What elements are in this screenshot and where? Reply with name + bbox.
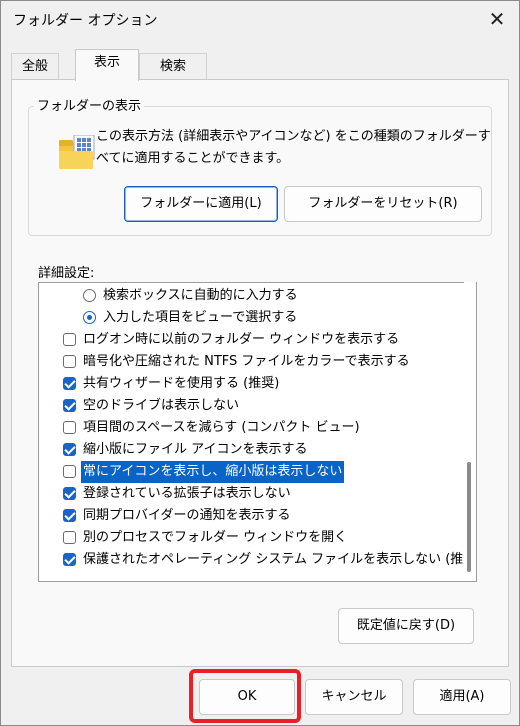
scrollbar[interactable] <box>464 282 476 580</box>
tab-general[interactable]: 全般 <box>11 53 59 80</box>
list-item-label: 項目間のスペースを減らす (コンパクト ビュー) <box>83 420 360 435</box>
checkbox[interactable] <box>63 487 76 500</box>
reset-folders-button[interactable]: フォルダーをリセット(R) <box>284 186 482 222</box>
list-item-label: 常にアイコンを表示し、縮小版は表示しない <box>81 461 345 483</box>
restore-defaults-button[interactable]: 既定値に戻す(D) <box>338 608 474 644</box>
checkbox[interactable] <box>63 421 76 434</box>
view-tab-panel: フォルダーの表示 この表示方法 (詳細表示やアイコンなど) をこの種類のフォルダ… <box>11 79 509 667</box>
list-item-label: 共有ウィザードを使用する (推奨) <box>83 376 280 391</box>
checkbox[interactable] <box>63 399 76 412</box>
list-item-label: 保護されたオペレーティング システム ファイルを表示しない (推奨) <box>83 552 477 567</box>
list-item-label: 同期プロバイダーの通知を表示する <box>83 508 291 523</box>
list-item-label: 暗号化や圧縮された NTFS ファイルをカラーで表示する <box>83 354 410 369</box>
list-item-label: 縮小版にファイル アイコンを表示する <box>83 442 308 457</box>
folder-views-description: この表示方法 (詳細表示やアイコンなど) をこの種類のフォルダーすべてに適用する… <box>96 129 491 166</box>
checkbox[interactable] <box>63 333 76 346</box>
folder-icon <box>59 135 95 169</box>
apply-to-folders-button[interactable]: フォルダーに適用(L) <box>124 186 278 222</box>
scrollbar-thumb[interactable] <box>467 462 471 572</box>
apply-button[interactable]: 適用(A) <box>413 679 511 715</box>
radio-button[interactable] <box>83 311 96 324</box>
title-bar: フォルダー オプション ✕ <box>1 1 519 37</box>
cancel-button[interactable]: キャンセル <box>305 679 403 715</box>
tab-view[interactable]: 表示 <box>75 49 139 81</box>
list-item-label: 別のプロセスでフォルダー ウィンドウを開く <box>83 530 348 545</box>
advanced-settings-list[interactable]: 検索ボックスに自動的に入力する 入力した項目をビューで選択する ログオン時に以前… <box>38 282 477 582</box>
radio-button[interactable] <box>83 289 96 302</box>
checkbox[interactable] <box>63 465 76 478</box>
list-item-label: 入力した項目をビューで選択する <box>103 310 298 325</box>
tab-search[interactable]: 検索 <box>139 53 207 80</box>
folder-views-label: フォルダーの表示 <box>34 95 145 114</box>
advanced-settings-label: 詳細設定: <box>38 266 95 281</box>
list-item-label: ログオン時に以前のフォルダー ウィンドウを表示する <box>83 332 400 347</box>
folder-options-window: フォルダー オプション ✕ 全般 表示 検索 フォルダーの表示 この表示方法 (… <box>0 0 520 726</box>
checkbox[interactable] <box>63 377 76 390</box>
window-title: フォルダー オプション <box>13 13 158 29</box>
checkbox[interactable] <box>63 553 76 566</box>
checkbox[interactable] <box>63 509 76 522</box>
list-item-label: 空のドライブは表示しない <box>83 398 240 413</box>
close-icon[interactable]: ✕ <box>485 7 509 31</box>
list-item-label: 登録されている拡張子は表示しない <box>83 486 291 501</box>
highlight-box <box>189 669 301 723</box>
list-item-label: 検索ボックスに自動的に入力する <box>103 288 298 303</box>
checkbox[interactable] <box>63 443 76 456</box>
checkbox[interactable] <box>63 531 76 544</box>
checkbox[interactable] <box>63 355 76 368</box>
